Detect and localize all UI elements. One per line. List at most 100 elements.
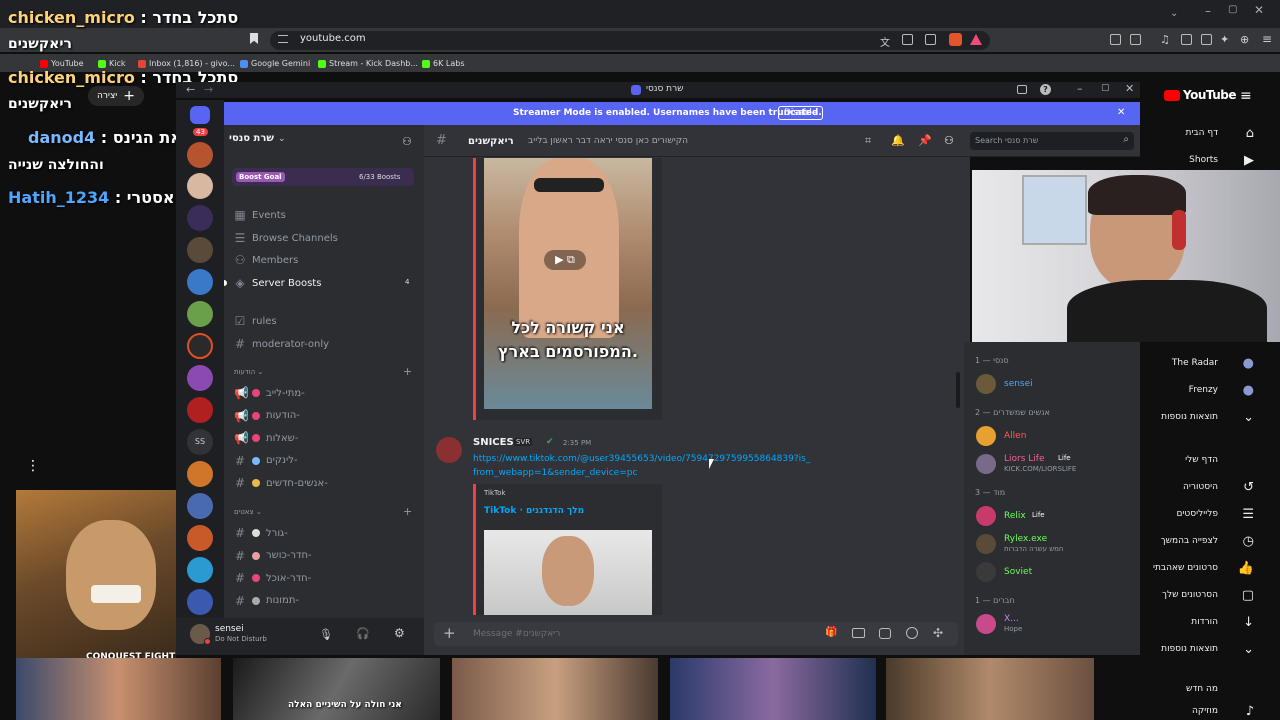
inbox-icon[interactable] (1017, 85, 1027, 94)
gift-icon[interactable]: 🎁 (825, 627, 837, 638)
embed-thumbnail[interactable] (484, 530, 652, 615)
discord-close-button[interactable]: ✕ (1125, 82, 1134, 95)
discord-home-icon[interactable] (190, 106, 210, 124)
back-arrow-icon[interactable]: ← (186, 83, 195, 96)
nav-events[interactable]: ▦ Events (234, 208, 286, 222)
video-thumbnail[interactable] (886, 658, 1094, 720)
youtube-sidebar-item[interactable]: הסרטונים שלך (1162, 590, 1218, 600)
bookmark-inbox[interactable]: Inbox (1,816) - givo... (138, 59, 235, 68)
youtube-sidebar-item[interactable]: מה חדש (1186, 684, 1218, 694)
sidebar-toggle-icon[interactable] (1181, 34, 1192, 45)
category-header[interactable]: צאטים ⌄ (234, 508, 262, 516)
member-avatar[interactable] (976, 374, 996, 394)
youtube-sidebar-item[interactable]: הורדות (1191, 617, 1218, 627)
channel-item[interactable]: 📢 הודעות- (234, 409, 300, 423)
server-icon[interactable] (187, 269, 213, 295)
youtube-sidebar-item[interactable]: דף הבית (1185, 128, 1218, 138)
category-header[interactable]: הודעות ⌄ (234, 368, 263, 376)
member-avatar[interactable] (976, 614, 996, 634)
cast-icon[interactable] (902, 34, 913, 45)
video-thumbnail[interactable] (233, 658, 440, 720)
server-header[interactable]: שרת סנסי ⌄ (229, 133, 286, 144)
message-link[interactable]: https://www.tiktok.com/@user39455653/vid… (473, 452, 813, 480)
channel-item[interactable]: # אנשים-חדשים- (234, 476, 328, 490)
disable-button[interactable]: Disable (778, 106, 824, 120)
member-avatar[interactable] (976, 454, 996, 474)
add-member-icon[interactable]: ⚇ (402, 135, 412, 148)
headphones-icon[interactable]: 🎧 (356, 627, 370, 640)
add-channel-icon[interactable]: + (403, 505, 412, 518)
gif-icon[interactable] (852, 628, 865, 638)
message-avatar[interactable] (436, 437, 462, 463)
server-icon[interactable] (187, 589, 213, 615)
server-icon[interactable]: SS (187, 429, 213, 455)
window-min-button[interactable]: – (1205, 4, 1211, 18)
scrollbar[interactable] (956, 372, 960, 408)
embed-video[interactable]: אני קשורה לכל המפורסמים בארץ. (484, 158, 652, 409)
youtube-sidebar-item[interactable]: מוזיקה (1192, 706, 1218, 716)
channel-item[interactable]: 📢 מתי-לייב- (234, 386, 305, 400)
discord-min-button[interactable]: – (1077, 82, 1083, 95)
extension-icon-1[interactable] (1110, 34, 1121, 45)
member-name[interactable]: Liors Life (1004, 454, 1045, 464)
channel-item[interactable]: 📢 שאלות- (234, 431, 298, 445)
brave-rewards-icon[interactable] (970, 34, 982, 45)
youtube-sidebar-item[interactable]: הדף שלי (1185, 455, 1218, 465)
youtube-sidebar-item[interactable]: Shorts (1189, 155, 1218, 165)
video-thumbnail[interactable] (670, 658, 876, 720)
translate-icon[interactable]: 文 (880, 34, 890, 49)
member-avatar[interactable] (976, 562, 996, 582)
share-icon[interactable] (925, 34, 936, 45)
pin-icon[interactable]: 📌 (918, 134, 932, 147)
discord-max-button[interactable]: ▢ (1101, 83, 1110, 93)
mic-icon[interactable]: 🎙 (319, 628, 333, 641)
server-icon[interactable] (187, 397, 213, 423)
member-avatar[interactable] (976, 426, 996, 446)
member-name[interactable]: Allen (1004, 431, 1026, 441)
bell-icon[interactable]: 🔔 (891, 134, 905, 147)
youtube-sidebar-item[interactable]: The Radar (1172, 358, 1218, 368)
channel-item[interactable]: # לינקים- (234, 454, 298, 468)
vpn-icon[interactable]: ⊕ (1240, 33, 1249, 46)
minimize-icon[interactable]: ⌄ (1170, 8, 1180, 19)
nav-members[interactable]: ⚇ Members (234, 253, 299, 267)
hamburger-icon[interactable]: ≡ (1240, 88, 1252, 104)
member-name[interactable]: sensei (1004, 379, 1033, 389)
apps-icon[interactable]: ✣ (933, 626, 943, 640)
channel-item[interactable]: # חדר-אוכל- (234, 571, 311, 585)
channel-item[interactable]: # תמונות- (234, 594, 299, 608)
member-list-icon[interactable]: ⚇ (944, 134, 954, 147)
attach-plus-icon[interactable]: + (443, 624, 456, 642)
settings-gear-icon[interactable]: ⚙ (394, 626, 405, 640)
bookmark-kick-dashboard[interactable]: Stream - Kick Dashb... (318, 59, 418, 68)
member-avatar[interactable] (976, 534, 996, 554)
nav-server-boosts[interactable]: ◈ Server Boosts (234, 276, 321, 290)
youtube-sidebar-item[interactable]: Frenzy (1189, 385, 1218, 395)
threads-icon[interactable]: ⌗ (865, 134, 871, 148)
channel-item[interactable]: # חדר-כושר- (234, 549, 312, 563)
video-thumbnail[interactable] (16, 658, 221, 720)
youtube-sidebar-item[interactable]: היסטוריה (1183, 482, 1218, 492)
emoji-icon[interactable] (906, 627, 918, 639)
forward-arrow-icon[interactable]: → (204, 83, 213, 96)
member-name[interactable]: Relix (1004, 511, 1026, 521)
message-author[interactable]: SNICES (473, 437, 514, 448)
server-icon[interactable] (187, 237, 213, 263)
bookmark-gemini[interactable]: Google Gemini (240, 59, 310, 68)
ai-icon[interactable]: ✦ (1220, 33, 1229, 46)
youtube-sidebar-item[interactable]: פלייליסטים (1176, 509, 1218, 519)
wallet-icon[interactable] (1201, 34, 1212, 45)
server-icon[interactable] (187, 557, 213, 583)
youtube-logo[interactable]: YouTube (1164, 88, 1237, 102)
extension-icon-2[interactable] (1130, 34, 1141, 45)
window-max-button[interactable]: ▢ (1228, 4, 1237, 15)
help-icon[interactable]: ? (1040, 84, 1051, 95)
server-icon[interactable] (187, 142, 213, 168)
youtube-sidebar-item[interactable]: תוצאות נוספות (1161, 412, 1218, 422)
server-icon[interactable] (187, 173, 213, 199)
member-name[interactable]: Soviet (1004, 567, 1032, 577)
embed-title[interactable]: TikTok · מלך הדגדגנים (484, 506, 584, 516)
member-name[interactable]: Rylex.exe (1004, 534, 1047, 544)
youtube-sidebar-item[interactable]: לצפייה בהמשך (1161, 536, 1218, 546)
server-icon[interactable] (187, 461, 213, 487)
